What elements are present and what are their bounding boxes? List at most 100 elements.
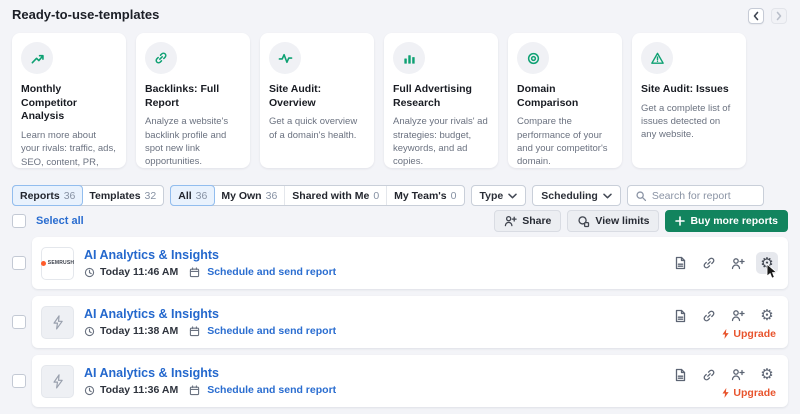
history-clock-icon — [84, 267, 95, 278]
report-info: AI Analytics & Insights Today 11:46 AM S… — [84, 248, 336, 278]
report-meta: Today 11:36 AM Schedule and send report — [84, 384, 336, 396]
pulse-icon — [269, 42, 301, 74]
report-meta: Today 11:38 AM Schedule and send report — [84, 325, 336, 337]
template-card-title: Full Advertising Research — [393, 83, 489, 110]
tab-count: 36 — [64, 190, 76, 202]
view-limits-button[interactable]: View limits — [567, 210, 659, 232]
copy-link-icon[interactable] — [698, 252, 720, 274]
template-card-title: Backlinks: Full Report — [145, 83, 241, 110]
toolbar-actions: Share View limits Buy more reports — [494, 210, 788, 232]
carousel-next-button[interactable] — [771, 8, 787, 24]
report-title-link[interactable]: AI Analytics & Insights — [84, 248, 336, 262]
template-card-backlinks-full-report[interactable]: Backlinks: Full Report Analyze a website… — [136, 33, 250, 168]
schedule-and-send-link[interactable]: Schedule and send report — [207, 325, 336, 337]
settings-gear-icon[interactable]: ⚙ — [756, 252, 778, 274]
page-title: Ready-to-use-templates — [12, 7, 159, 22]
template-card-site-audit-overview[interactable]: Site Audit: Overview Get a quick overvie… — [260, 33, 374, 168]
tab-reports[interactable]: Reports 36 — [12, 185, 83, 206]
history-clock-icon — [84, 385, 95, 396]
export-pdf-icon[interactable] — [669, 305, 691, 327]
report-meta: Today 11:46 AM Schedule and send report — [84, 266, 336, 278]
report-timestamp: Today 11:36 AM — [100, 384, 178, 396]
report-thumbnail-placeholder — [41, 306, 74, 339]
report-title-link[interactable]: AI Analytics & Insights — [84, 307, 336, 321]
copy-link-icon[interactable] — [698, 364, 720, 386]
report-title-link[interactable]: AI Analytics & Insights — [84, 366, 336, 380]
template-card-domain-comparison[interactable]: Domain Comparison Compare the performanc… — [508, 33, 622, 168]
tab-my-own[interactable]: My Own 36 — [214, 186, 285, 205]
schedule-and-send-link[interactable]: Schedule and send report — [207, 384, 336, 396]
history-clock-icon — [84, 326, 95, 337]
scheduling-dropdown[interactable]: Scheduling — [532, 185, 621, 206]
template-card-monthly-competitor-analysis[interactable]: Monthly Competitor Analysis Learn more a… — [12, 33, 126, 168]
copy-link-icon[interactable] — [698, 305, 720, 327]
share-button[interactable]: Share — [494, 210, 561, 232]
tab-all[interactable]: All 36 — [170, 185, 215, 206]
reports-templates-toggle: Reports 36 Templates 32 — [12, 185, 164, 206]
comparison-ring-icon — [517, 42, 549, 74]
carousel-prev-button[interactable] — [748, 8, 764, 24]
tab-my-teams[interactable]: My Team's 0 — [387, 186, 463, 205]
template-card-title: Monthly Competitor Analysis — [21, 83, 117, 124]
report-actions: ⚙ Upgrade — [669, 364, 778, 399]
chevron-down-icon — [508, 193, 517, 199]
template-card-title: Site Audit: Overview — [269, 83, 365, 110]
warning-triangle-icon — [641, 42, 673, 74]
select-all-link[interactable]: Select all — [36, 215, 84, 227]
select-all-checkbox[interactable] — [12, 214, 26, 228]
template-card-full-advertising-research[interactable]: Full Advertising Research Analyze your r… — [384, 33, 498, 168]
calendar-icon — [189, 267, 200, 278]
report-card: AI Analytics & Insights Today 11:38 AM S… — [32, 296, 788, 348]
tab-count: 36 — [196, 190, 208, 202]
list-toolbar: Select all Share View limits Buy more re… — [12, 210, 788, 232]
tab-count: 0 — [373, 190, 379, 202]
view-limits-button-label: View limits — [595, 215, 649, 227]
schedule-and-send-link[interactable]: Schedule and send report — [207, 266, 336, 278]
report-thumbnail-semrush: SEMRUSH — [41, 247, 74, 280]
export-pdf-icon[interactable] — [669, 364, 691, 386]
report-row: SEMRUSH AI Analytics & Insights Today 11… — [12, 237, 788, 289]
backlink-chain-icon — [145, 42, 177, 74]
share-report-icon[interactable] — [727, 364, 749, 386]
row-checkbox[interactable] — [12, 315, 26, 329]
tab-shared-with-me[interactable]: Shared with Me 0 — [285, 186, 387, 205]
template-card-description: Get a complete list of issues detected o… — [641, 102, 737, 142]
search-input[interactable] — [652, 190, 756, 202]
chevron-right-icon — [775, 11, 783, 21]
type-dropdown-label: Type — [480, 190, 504, 202]
buy-more-reports-button[interactable]: Buy more reports — [665, 210, 788, 232]
tab-count: 32 — [145, 190, 157, 202]
tab-label: All — [178, 190, 191, 202]
semrush-logo-icon — [41, 261, 46, 266]
settings-gear-icon[interactable]: ⚙ — [756, 305, 778, 327]
ownership-filter-toggle: All 36 My Own 36 Shared with Me 0 My Tea… — [170, 185, 464, 206]
tab-label: My Team's — [394, 190, 447, 202]
template-card-description: Get a quick overview of a domain's healt… — [269, 115, 365, 142]
upgrade-link[interactable]: Upgrade — [721, 387, 776, 399]
report-info: AI Analytics & Insights Today 11:36 AM S… — [84, 366, 336, 396]
upgrade-label: Upgrade — [733, 387, 776, 399]
type-dropdown[interactable]: Type — [471, 185, 527, 206]
share-report-icon[interactable] — [727, 305, 749, 327]
upgrade-link[interactable]: Upgrade — [721, 328, 776, 340]
report-row: AI Analytics & Insights Today 11:38 AM S… — [12, 296, 788, 348]
share-button-label: Share — [522, 215, 551, 227]
share-report-icon[interactable] — [727, 252, 749, 274]
tab-label: Templates — [89, 190, 140, 202]
lightning-icon — [52, 374, 64, 389]
row-checkbox[interactable] — [12, 256, 26, 270]
upgrade-label: Upgrade — [733, 328, 776, 340]
template-card-site-audit-issues[interactable]: Site Audit: Issues Get a complete list o… — [632, 33, 746, 168]
row-checkbox[interactable] — [12, 374, 26, 388]
report-actions: ⚙ — [669, 252, 778, 274]
export-pdf-icon[interactable] — [669, 252, 691, 274]
report-info: AI Analytics & Insights Today 11:38 AM S… — [84, 307, 336, 337]
tab-label: Reports — [20, 190, 60, 202]
report-timestamp: Today 11:38 AM — [100, 325, 178, 337]
calendar-icon — [189, 385, 200, 396]
tab-templates[interactable]: Templates 32 — [82, 186, 163, 205]
report-card: SEMRUSH AI Analytics & Insights Today 11… — [32, 237, 788, 289]
settings-gear-icon[interactable]: ⚙ — [756, 364, 778, 386]
chevron-down-icon — [603, 193, 612, 199]
scheduling-dropdown-label: Scheduling — [541, 190, 598, 202]
